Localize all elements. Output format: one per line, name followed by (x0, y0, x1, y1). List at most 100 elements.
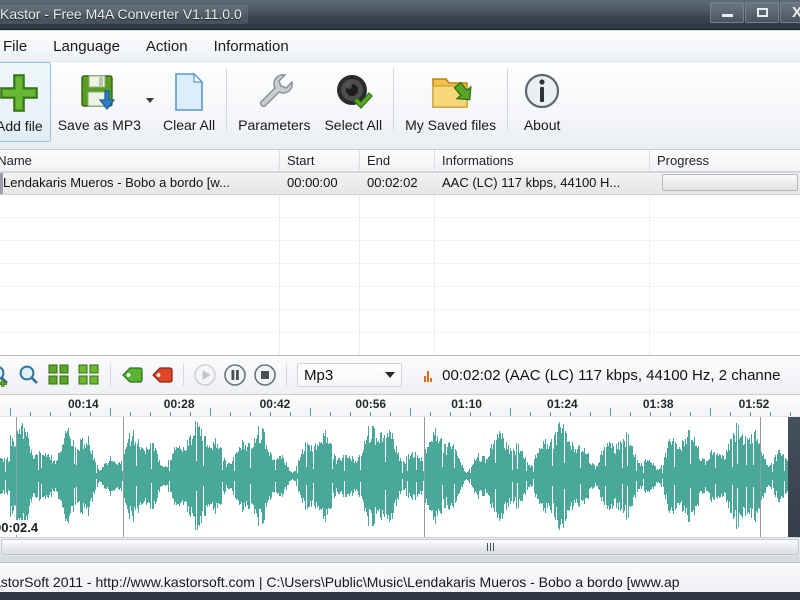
window-controls: X (709, 2, 800, 23)
player-toolbar: Mp3 00:02:02 (AAC (LC) 117 kbps, 44100 H… (0, 355, 800, 395)
menu-item-action[interactable]: Action (133, 35, 201, 58)
ruler-tick (690, 412, 691, 416)
ruler-tick (470, 412, 471, 416)
menu-item-language[interactable]: Language (40, 35, 133, 58)
save-as-mp3-button[interactable]: Save as MP3 (51, 62, 148, 142)
table-row[interactable]: Lendakaris Mueros - Bobo a bordo [w... 0… (0, 172, 800, 195)
waveform-display[interactable] (0, 417, 800, 537)
ruler-tick (230, 412, 231, 416)
file-list-header: eName Start End Informations Progress (0, 150, 800, 172)
menu-item-information[interactable]: Information (201, 35, 302, 58)
ruler-tick (210, 408, 211, 416)
ruler-tick (450, 412, 451, 416)
waveform-cursor[interactable] (16, 417, 17, 537)
cell-empty (280, 309, 360, 333)
zoom-in-icon[interactable] (0, 360, 14, 390)
zoom-out-icon[interactable] (14, 360, 44, 390)
minimize-button[interactable] (710, 2, 744, 23)
column-header-end[interactable]: End (360, 150, 435, 172)
ruler-tick (710, 408, 711, 416)
cell-filename: Lendakaris Mueros - Bobo a bordo [w... (3, 175, 230, 190)
ruler-tick (50, 412, 51, 416)
ruler-tick (630, 412, 631, 416)
select-all-button[interactable]: Select All (317, 62, 389, 142)
cell-empty (435, 332, 650, 355)
column-header-start[interactable]: Start (280, 150, 360, 172)
column-header-progress[interactable]: Progress (650, 150, 800, 172)
ruler-tick (750, 412, 751, 416)
cell-empty (435, 309, 650, 333)
waveform-cursor[interactable] (123, 417, 124, 537)
row-selection-marker (0, 173, 3, 194)
save-as-mp3-label: Save as MP3 (57, 117, 141, 133)
timeline-ruler[interactable]: 00:14 00:28 00:42 00:56 01:10 01:24 01:38 01:52 (0, 395, 800, 417)
scrollbar-thumb[interactable] (1, 539, 799, 555)
menu-item-file[interactable]: File (0, 35, 40, 58)
ruler-tick (310, 408, 311, 416)
ruler-tick (650, 412, 651, 416)
equalizer-icon (424, 370, 432, 382)
scrollbar-grip-icon (486, 543, 494, 551)
cell-empty (650, 264, 800, 287)
zoom-fit-icon[interactable] (74, 360, 104, 390)
cell-empty (360, 309, 435, 333)
table-row[interactable] (0, 263, 800, 287)
chevron-down-icon (385, 372, 395, 378)
table-row[interactable] (0, 332, 800, 356)
cell-empty (360, 217, 435, 241)
ruler-tick (590, 412, 591, 416)
clear-all-button[interactable]: Clear All (156, 62, 222, 142)
cell-empty (0, 332, 280, 355)
table-row[interactable] (0, 286, 800, 310)
table-row[interactable] (0, 309, 800, 333)
table-row[interactable] (0, 194, 800, 218)
floppy-save-icon (76, 66, 122, 118)
player-separator-3 (286, 364, 287, 386)
ruler-tick (370, 412, 371, 416)
waveform-cursor[interactable] (760, 417, 761, 537)
ruler-tick (330, 412, 331, 416)
pause-icon[interactable] (220, 360, 250, 390)
tag-red-icon[interactable] (147, 360, 177, 390)
column-header-informations[interactable]: Informations (435, 150, 650, 172)
ruler-tick (30, 412, 31, 416)
ruler-tick (510, 408, 511, 416)
ruler-tick-label: 00:28 (163, 397, 195, 411)
ruler-tick (10, 408, 11, 416)
waveform-hscrollbar[interactable] (0, 537, 800, 556)
waveform-cursor[interactable] (424, 417, 425, 537)
cell-empty (280, 332, 360, 355)
table-row[interactable] (0, 217, 800, 241)
track-info-text: 00:02:02 (AAC (LC) 117 kbps, 44100 Hz, 2… (442, 366, 781, 384)
parameters-button[interactable]: Parameters (231, 62, 317, 142)
toolbar-separator-2 (393, 68, 395, 130)
stop-icon[interactable] (250, 360, 280, 390)
wrench-icon (251, 66, 297, 118)
output-format-select[interactable]: Mp3 (297, 363, 402, 387)
play-icon[interactable] (190, 360, 220, 390)
ruler-tick (390, 412, 391, 416)
ruler-tick (790, 412, 791, 416)
ruler-tick (490, 412, 491, 416)
zoom-selection-icon[interactable] (44, 360, 74, 390)
add-file-button[interactable]: Add file (0, 62, 51, 142)
cell-empty (650, 218, 800, 241)
ruler-tick (90, 412, 91, 416)
ruler-tick (570, 412, 571, 416)
about-button[interactable]: About (512, 62, 572, 142)
cell-empty (0, 309, 280, 333)
cell-empty (650, 241, 800, 264)
tag-green-icon[interactable] (117, 360, 147, 390)
close-button[interactable]: X (780, 2, 800, 23)
column-header-filename[interactable]: eName (0, 150, 280, 172)
table-row[interactable] (0, 240, 800, 264)
cell-empty (360, 263, 435, 287)
maximize-icon (756, 8, 768, 17)
player-separator-1 (110, 364, 111, 386)
plus-icon (0, 67, 42, 119)
my-saved-files-button[interactable]: My Saved files (398, 62, 503, 142)
cell-empty (650, 333, 800, 356)
cell-empty (435, 240, 650, 264)
ruler-tick (410, 408, 411, 416)
maximize-button[interactable] (745, 2, 779, 23)
